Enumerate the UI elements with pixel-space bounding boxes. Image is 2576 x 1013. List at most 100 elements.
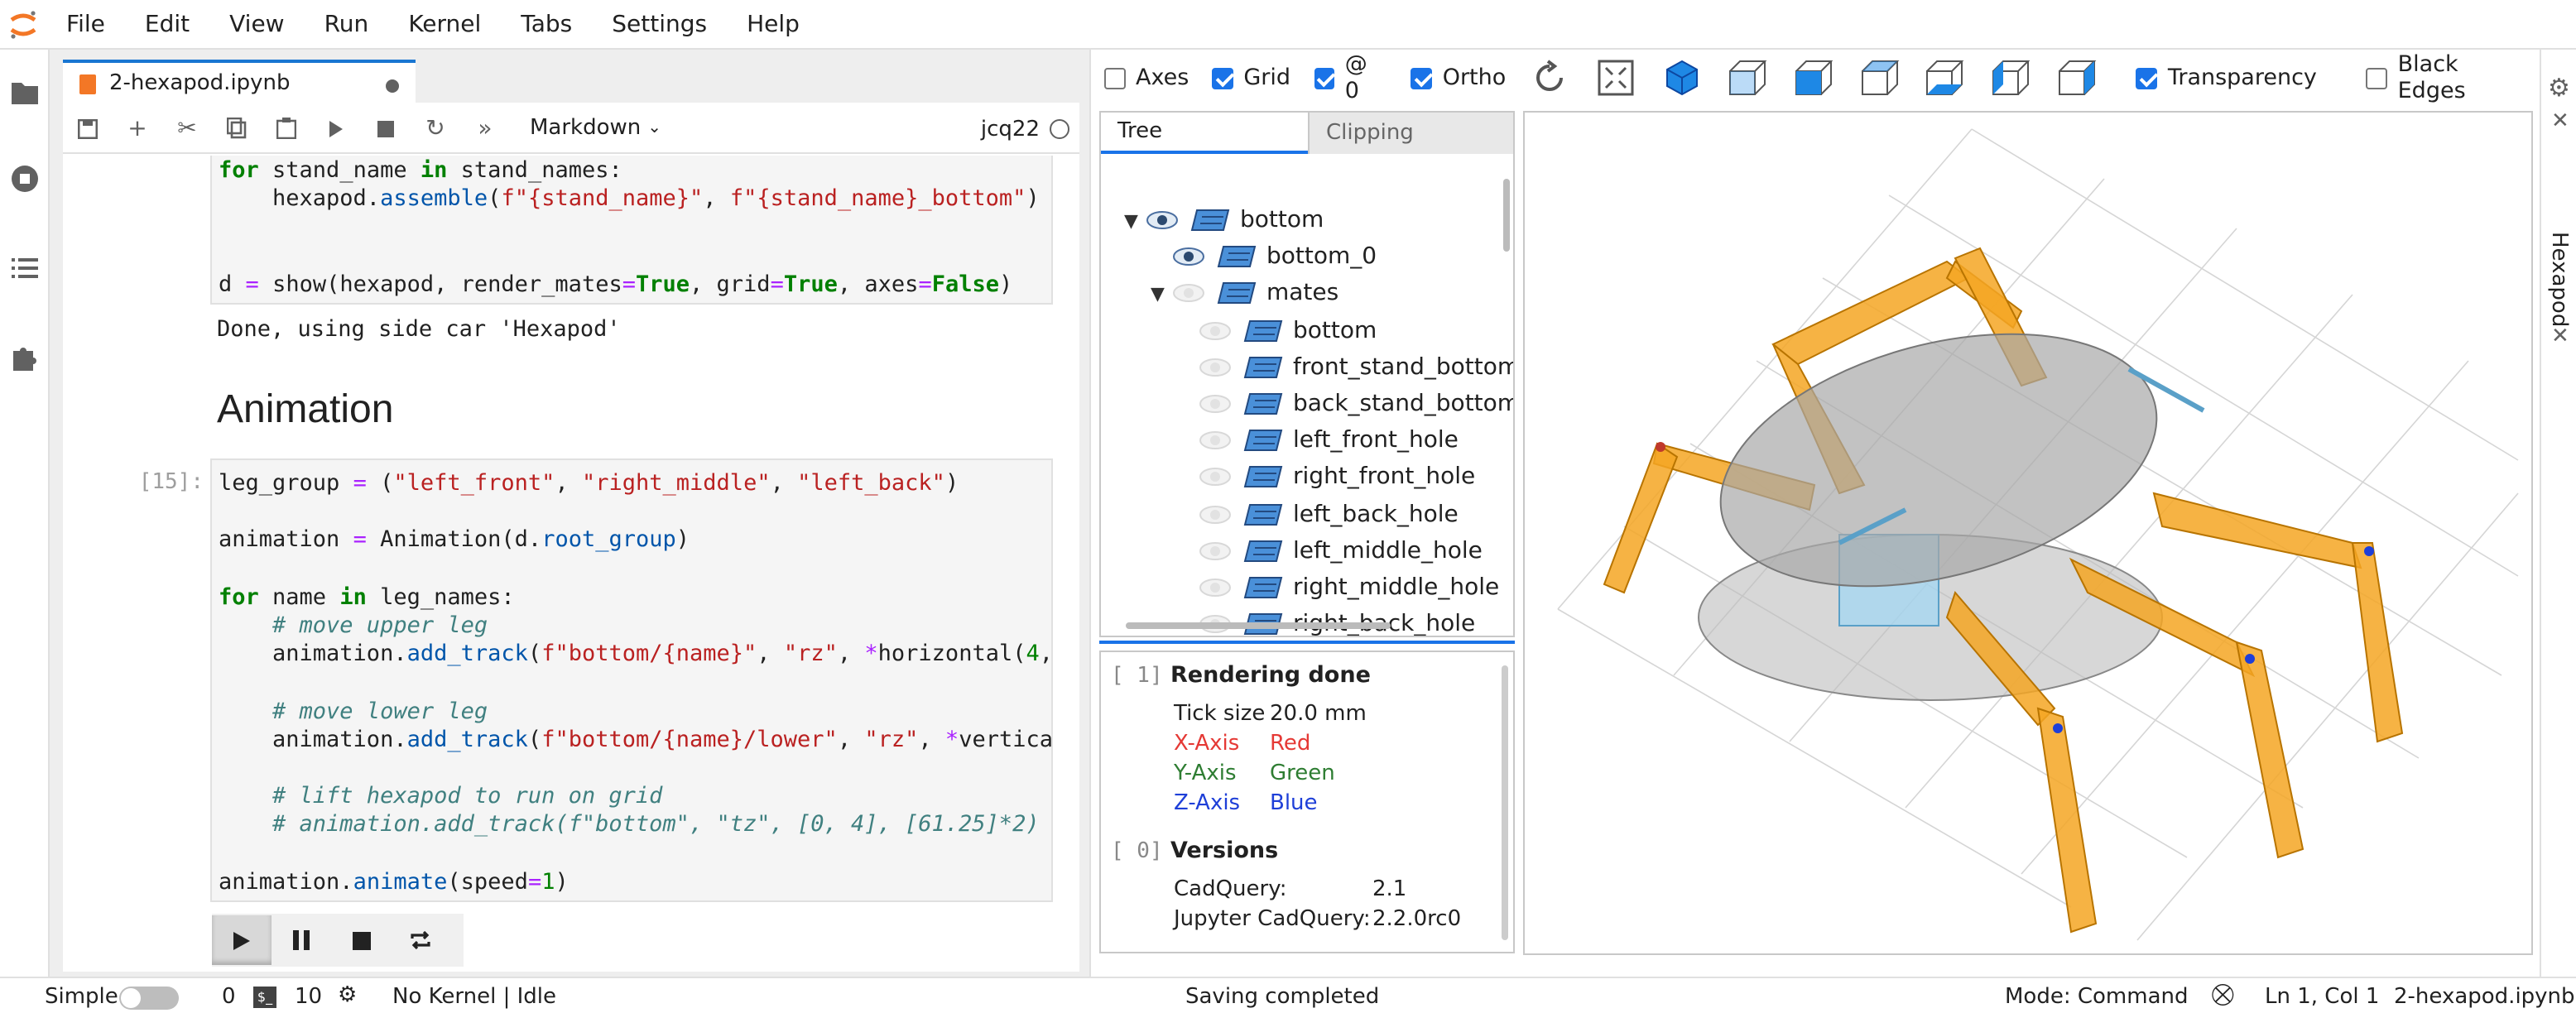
close-sidecar-icon[interactable]: ✕ — [2551, 324, 2569, 349]
iso-view-icon[interactable] — [1657, 53, 1706, 103]
fit-view-icon[interactable] — [1592, 53, 1641, 103]
ortho-checkbox-box[interactable] — [1411, 67, 1433, 89]
expand-chevron-icon[interactable]: ▼ — [1151, 283, 1170, 305]
close-icon[interactable]: ✕ — [2551, 109, 2569, 134]
copy-icon[interactable] — [212, 103, 262, 153]
ortho-checkbox[interactable]: Ortho — [1411, 65, 1506, 91]
tree-item[interactable]: bottom — [1177, 312, 1377, 348]
sidecar-tab-label: Hexapod — [2546, 232, 2571, 328]
tree-horizontal-scrollbar[interactable] — [1126, 622, 1391, 629]
leg-lower — [2351, 542, 2404, 743]
paste-icon[interactable] — [262, 103, 311, 153]
left-view-icon[interactable] — [1985, 53, 2034, 103]
add-cell-icon[interactable]: + — [113, 103, 162, 153]
menu-help[interactable]: Help — [727, 11, 819, 37]
run-icon[interactable] — [311, 103, 361, 153]
tree-item[interactable]: ▼ bottom — [1124, 202, 1324, 238]
table-of-contents-icon[interactable] — [8, 252, 41, 285]
rear-view-icon[interactable] — [1788, 53, 1837, 103]
expand-chevron-icon[interactable]: ▼ — [1124, 209, 1144, 231]
simple-mode-toggle[interactable] — [119, 987, 179, 1010]
restart-icon[interactable]: ↻ — [411, 103, 460, 153]
reset-view-icon[interactable] — [1526, 53, 1574, 103]
info-scrollbar[interactable] — [1502, 665, 1508, 940]
menu-run[interactable]: Run — [305, 11, 389, 37]
grid-checkbox-box[interactable] — [1212, 67, 1234, 89]
menu-edit[interactable]: Edit — [125, 11, 209, 37]
loop-icon[interactable] — [391, 915, 450, 965]
front-view-icon[interactable] — [1723, 53, 1771, 103]
eye-hidden-icon[interactable] — [1197, 319, 1233, 342]
terminal-icon[interactable]: $_ — [253, 987, 276, 1008]
fast-forward-icon[interactable]: » — [460, 103, 510, 153]
menu-settings[interactable]: Settings — [592, 11, 727, 37]
grid-checkbox[interactable]: Grid — [1212, 65, 1290, 91]
extensions-puzzle-icon[interactable] — [8, 341, 41, 374]
eye-hidden-icon[interactable] — [1197, 576, 1233, 599]
right-view-icon[interactable] — [2051, 53, 2100, 103]
eye-hidden-icon[interactable] — [1197, 540, 1233, 563]
save-icon[interactable] — [63, 103, 113, 153]
tree-item-label: left_front_hole — [1293, 427, 1459, 454]
black-edges-checkbox[interactable]: Black Edges — [2366, 51, 2531, 104]
menu-view[interactable]: View — [209, 11, 304, 37]
at-zero-checkbox-box[interactable] — [1314, 67, 1335, 89]
stop-animation-icon[interactable] — [331, 915, 391, 965]
panel-splitter[interactable] — [1099, 641, 1515, 644]
pause-icon[interactable] — [272, 915, 331, 965]
tree-item[interactable]: front_stand_bottom — [1177, 349, 1513, 386]
kernel-status[interactable]: No Kernel | Idle — [392, 985, 556, 1010]
play-icon[interactable] — [212, 915, 272, 965]
eye-visible-icon[interactable] — [1170, 245, 1207, 268]
property-inspector-gear-icon[interactable]: ⚙ — [2548, 73, 2570, 103]
eye-hidden-icon[interactable] — [1197, 502, 1233, 526]
black-edges-checkbox-box[interactable] — [2366, 67, 2388, 89]
right-sidebar: ⚙ ✕ Hexapod ✕ — [2540, 50, 2576, 977]
cell-type-select[interactable]: Markdown ⌄ — [530, 116, 661, 141]
3d-canvas[interactable] — [1523, 111, 2533, 955]
at-zero-checkbox[interactable]: @ 0 — [1314, 51, 1388, 104]
menu-kernel[interactable]: Kernel — [388, 11, 501, 37]
shape-icon — [1217, 282, 1257, 305]
transparency-checkbox[interactable]: Transparency — [2136, 65, 2317, 91]
eye-hidden-icon[interactable] — [1197, 429, 1233, 452]
menu-file[interactable]: File — [46, 11, 125, 37]
tree-item[interactable]: left_middle_hole — [1177, 533, 1483, 569]
axes-checkbox[interactable]: Axes — [1104, 65, 1189, 91]
eye-hidden-icon[interactable] — [1197, 466, 1233, 489]
axes-checkbox-box[interactable] — [1104, 67, 1126, 89]
stop-icon[interactable] — [361, 103, 411, 153]
folder-icon[interactable] — [8, 76, 41, 109]
tree-item[interactable]: back_stand_bottom — [1177, 386, 1513, 422]
kernel-name[interactable]: jcq22 — [981, 118, 1040, 142]
hexapod-render[interactable] — [1525, 113, 2533, 955]
trusted-shield-icon[interactable]: ⛒ — [2212, 983, 2234, 1008]
eye-hidden-icon[interactable] — [1197, 356, 1233, 379]
notebook-tab[interactable]: 2-hexapod.ipynb — [63, 60, 416, 104]
eye-hidden-icon[interactable] — [1197, 392, 1233, 415]
eye-visible-icon[interactable] — [1144, 209, 1180, 232]
cut-icon[interactable]: ✂ — [162, 103, 212, 153]
kernel-chip-icon[interactable]: ⚙ — [338, 983, 357, 1008]
code-cell-1[interactable]: for stand_name in stand_names: hexapod.a… — [210, 156, 1053, 305]
tree-item[interactable]: left_front_hole — [1177, 422, 1459, 458]
tree-item[interactable]: right_front_hole — [1177, 459, 1475, 496]
code-cell-2[interactable]: leg_group = ("left_front", "right_middle… — [210, 458, 1053, 902]
tab-tree[interactable]: Tree — [1101, 113, 1308, 154]
tree-vertical-scrollbar[interactable] — [1503, 179, 1510, 252]
command-mode: Mode: Command — [2005, 985, 2189, 1010]
transparency-checkbox-box[interactable] — [2136, 67, 2158, 89]
cursor-position[interactable]: Ln 1, Col 1 — [2265, 985, 2379, 1010]
running-sessions-icon[interactable] — [8, 162, 41, 195]
tab-clipping[interactable]: Clipping — [1308, 113, 1513, 154]
bottom-view-icon[interactable] — [1920, 53, 1968, 103]
tree-item[interactable]: ▼ mates — [1151, 276, 1338, 312]
top-view-icon[interactable] — [1854, 53, 1903, 103]
tree-item[interactable]: bottom_0 — [1151, 238, 1377, 275]
code-line: hexapod.assemble(f"{stand_name}", f"{sta… — [219, 185, 1040, 213]
tree-item[interactable]: right_middle_hole — [1177, 569, 1499, 606]
menu-tabs[interactable]: Tabs — [501, 11, 592, 37]
eye-hidden-icon[interactable] — [1170, 282, 1207, 305]
unsaved-dot-icon[interactable] — [386, 79, 399, 93]
tree-item[interactable]: left_back_hole — [1177, 496, 1459, 532]
